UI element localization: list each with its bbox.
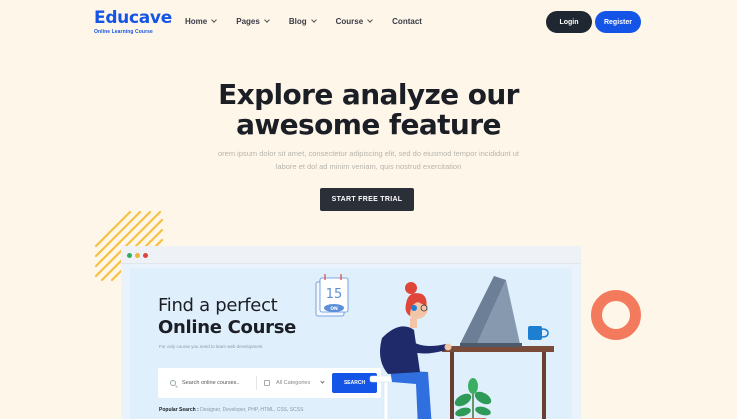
menu-item-blog[interactable]: Blog [288, 17, 317, 26]
mock-title-line2: Online Course [158, 317, 297, 338]
brand-name: Educave [94, 8, 172, 28]
hero-description: orem ipsum dolor sit amet, consectetur a… [200, 147, 537, 173]
search-icon [170, 380, 176, 386]
desk [442, 346, 554, 419]
menu-item-home[interactable]: Home [185, 17, 218, 26]
chevron-down-icon [263, 17, 270, 23]
calendar-icon: 15 ON [315, 274, 349, 317]
category-icon [264, 380, 270, 386]
student-figure [369, 282, 452, 419]
brand-tagline: Online Learning Course [94, 29, 153, 35]
menu-item-course[interactable]: Course [336, 17, 373, 26]
menu-item-contact[interactable]: Contact [392, 17, 422, 26]
search-input[interactable]: Search online courses.. [182, 380, 239, 386]
menu-item-pages[interactable]: Pages [236, 17, 270, 26]
divider [256, 376, 257, 390]
login-button[interactable]: Login [546, 11, 592, 33]
top-navbar: Educave Online Learning Course Home Page… [0, 0, 737, 44]
hero-title-line1: Explore analyze our [218, 78, 519, 111]
window-dot-yellow [135, 253, 140, 258]
chevron-down-icon [367, 17, 373, 23]
category-select[interactable]: All Categories [276, 380, 310, 386]
hero-title-line2: awesome feature [236, 108, 501, 141]
chevron-down-icon [310, 17, 317, 23]
menu-item-label: Pages [236, 17, 260, 26]
window-dot-green [127, 253, 132, 258]
popular-search: Popular Search : Designer, Developer, PH… [159, 407, 303, 413]
plant-icon [454, 378, 492, 419]
chevron-down-icon [211, 17, 218, 23]
coffee-mug-icon [528, 326, 549, 340]
student-laptop-illustration: 15 ON [315, 274, 554, 419]
menu-item-label: Blog [288, 17, 307, 26]
ring-decoration [591, 290, 641, 340]
main-menu: Home Pages Blog Course Contact [185, 17, 442, 26]
mock-description: For only course you need to learn web de… [159, 344, 263, 349]
hero-desc-line2: labore et dol ad minim veniam, quis nost… [275, 162, 462, 171]
popular-search-items[interactable]: Designer, Developer, PHP, HTML, CSS, SCS… [200, 407, 303, 413]
brand-logo[interactable]: Educave Online Learning Course [94, 9, 172, 35]
browser-mockup: Find a perfect Online Course For only co… [121, 246, 581, 419]
start-free-trial-button[interactable]: START FREE TRIAL [320, 188, 414, 211]
calendar-badge: ON [330, 306, 338, 312]
menu-item-label: Home [185, 17, 208, 26]
browser-titlebar [121, 246, 581, 264]
window-dot-red [143, 253, 148, 258]
menu-item-label: Course [335, 17, 364, 26]
hero-desc-line1: orem ipsum dolor sit amet, consectetur a… [218, 149, 519, 158]
mock-title-line1: Find a perfect [158, 295, 278, 316]
menu-item-label: Contact [392, 17, 422, 26]
monitor-icon [460, 276, 522, 347]
calendar-day: 15 [326, 287, 343, 302]
register-button[interactable]: Register [595, 11, 641, 33]
mockup-screen: Find a perfect Online Course For only co… [130, 268, 572, 419]
hero-title: Explore analyze our awesome feature [0, 80, 737, 140]
popular-search-label: Popular Search : [159, 407, 199, 413]
